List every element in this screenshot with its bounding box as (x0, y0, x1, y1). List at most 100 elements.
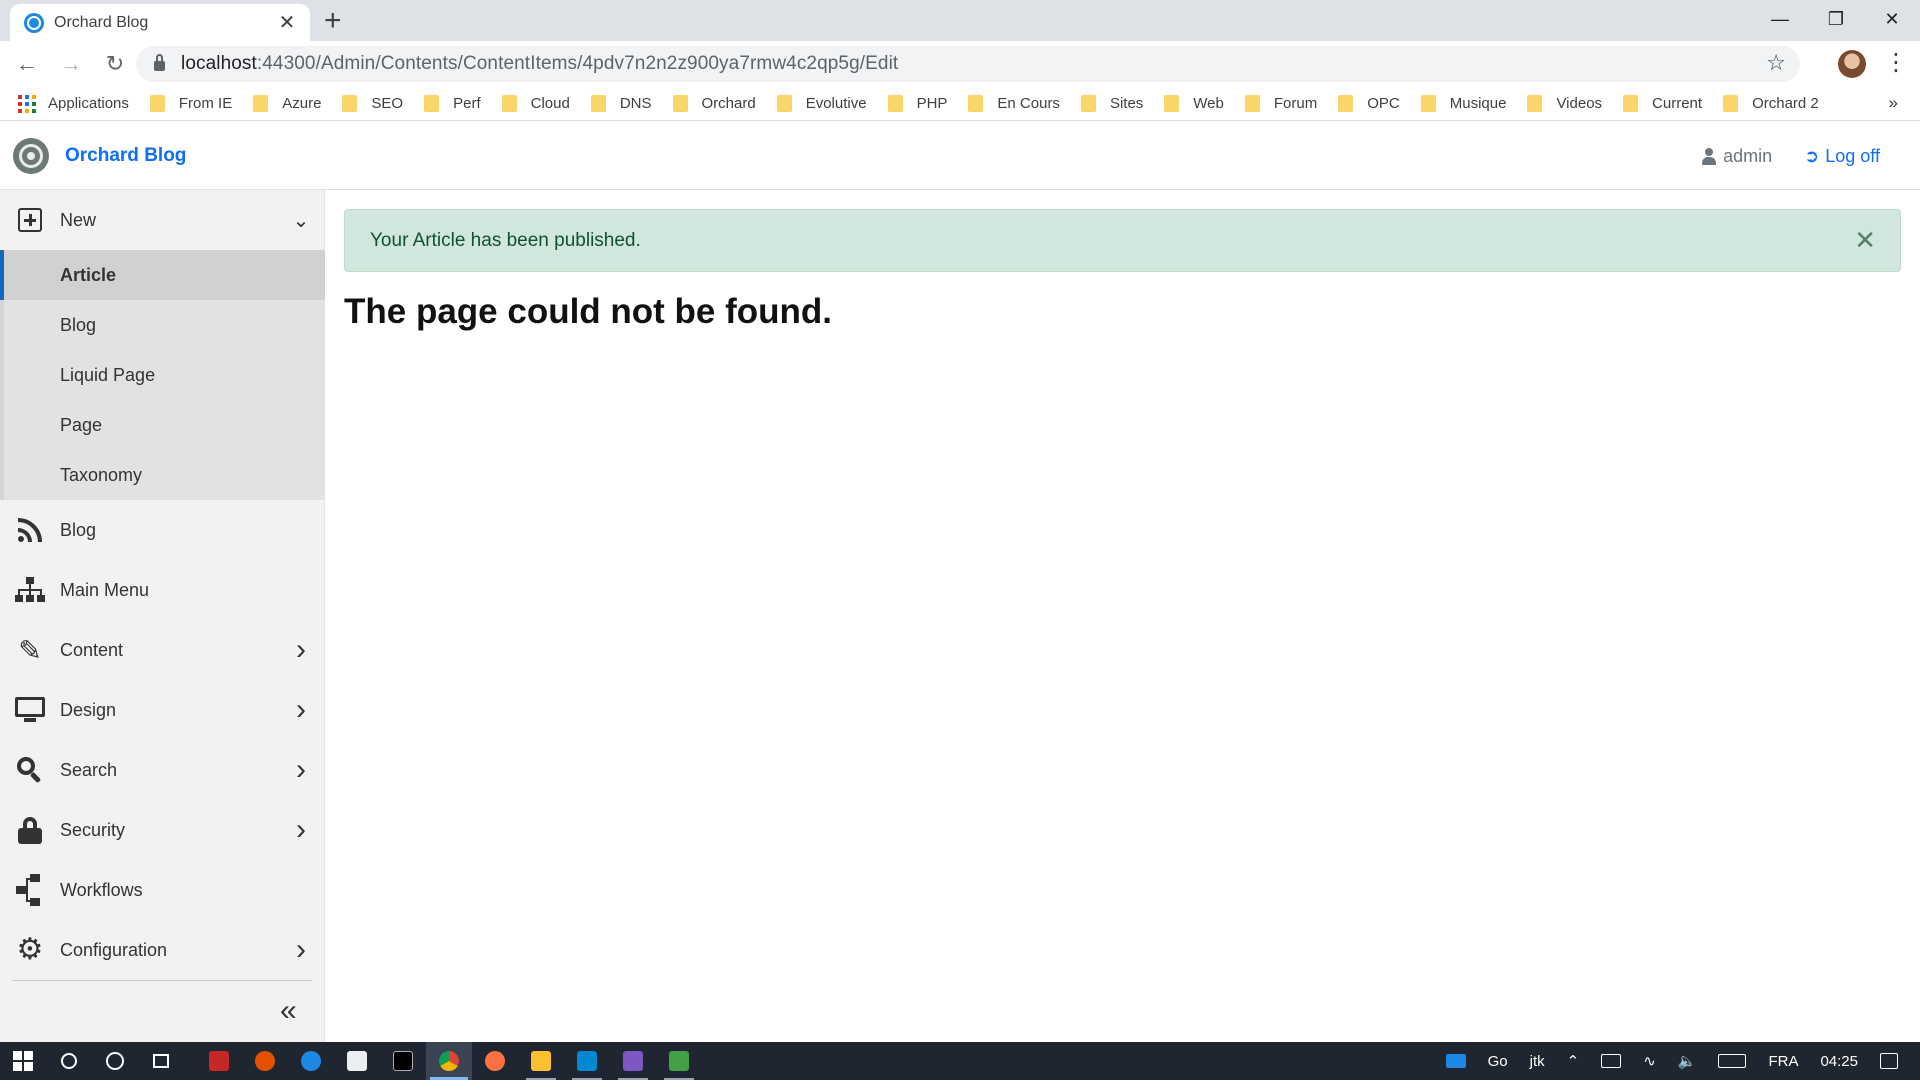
chevron-right-icon: › (296, 933, 306, 966)
chevron-right-icon: › (296, 753, 306, 786)
bookmark-folder[interactable]: OPC (1338, 95, 1400, 112)
taskbar-search-icon[interactable] (46, 1042, 92, 1080)
taskbar-edge-icon[interactable] (288, 1042, 334, 1080)
sidebar-item-new[interactable]: New ⌄ (0, 190, 325, 250)
bookmark-label: SEO (371, 95, 404, 112)
tray-go-toolbar[interactable]: Go (1488, 1053, 1508, 1070)
back-arrow-icon[interactable]: ← (10, 51, 44, 77)
taskbar-chrome-icon[interactable] (426, 1042, 472, 1080)
workflow-icon (0, 874, 60, 906)
folder-icon (501, 95, 517, 112)
taskbar-mail-icon[interactable] (564, 1042, 610, 1080)
bookmark-label: Cloud (530, 95, 570, 112)
forward-arrow-icon[interactable]: → (54, 51, 88, 77)
bookmark-folder[interactable]: Musique (1420, 95, 1507, 112)
bookmark-folder[interactable]: Videos (1527, 95, 1602, 112)
bookmark-label: Current (1652, 95, 1703, 112)
minimize-icon[interactable]: — (1752, 0, 1808, 38)
windows-start-icon[interactable] (0, 1042, 46, 1080)
new-item-liquid-page[interactable]: Liquid Page (0, 350, 325, 400)
sidebar-item-design[interactable]: Design › (0, 680, 325, 740)
log-off-link[interactable]: Log off (1825, 146, 1880, 167)
bookmarks-overflow-icon[interactable]: » (1889, 93, 1898, 113)
bookmark-folder[interactable]: Cloud (501, 95, 570, 112)
keyboard-icon[interactable] (1718, 1054, 1747, 1068)
clock[interactable]: 04:25 (1820, 1053, 1858, 1070)
bookmark-folder[interactable]: Orchard 2 (1723, 95, 1819, 112)
sidebar-item-label: Content (60, 639, 124, 660)
bookmark-folder[interactable]: En Cours (968, 95, 1060, 112)
taskbar-ubuntu-icon[interactable] (242, 1042, 288, 1080)
bookmark-folder[interactable]: SEO (342, 95, 403, 112)
bookmark-folder[interactable]: Forum (1244, 95, 1317, 112)
new-item-page[interactable]: Page (0, 400, 325, 450)
close-window-icon[interactable]: ✕ (1864, 0, 1920, 38)
lock-icon[interactable] (154, 54, 165, 71)
bookmark-folder[interactable]: From IE (149, 95, 232, 112)
battery-icon[interactable] (1601, 1054, 1622, 1068)
sidebar-item-workflows[interactable]: Workflows (0, 860, 325, 920)
bookmark-folder[interactable]: Sites (1080, 95, 1144, 112)
bookmark-folder[interactable]: Perf (424, 95, 481, 112)
window-controls: — ❐ ✕ (1752, 0, 1920, 38)
sidebar-item-blog[interactable]: Blog (0, 500, 325, 560)
sidebar-item-search[interactable]: Search › (0, 740, 325, 800)
url-text[interactable]: localhost:44300/Admin/Contents/ContentIt… (181, 53, 898, 75)
collapse-sidebar-icon[interactable]: « (280, 994, 297, 1028)
orchard-logo-icon[interactable] (13, 137, 49, 174)
sidebar-item-main-menu[interactable]: Main Menu (0, 560, 325, 620)
taskbar-store-icon[interactable] (334, 1042, 380, 1080)
bookmark-folder[interactable]: Evolutive (776, 95, 867, 112)
taskbar-firefox-icon[interactable] (472, 1042, 518, 1080)
taskbar-visual-studio-icon[interactable] (610, 1042, 656, 1080)
restore-icon[interactable]: ❐ (1808, 0, 1864, 38)
taskbar-explorer-icon[interactable] (518, 1042, 564, 1080)
wifi-icon[interactable]: ∿ (1643, 1052, 1656, 1070)
new-item-blog[interactable]: Blog (0, 300, 325, 350)
volume-icon[interactable]: 🔈 (1678, 1052, 1697, 1070)
new-tab-button[interactable]: + (324, 6, 342, 36)
chat-tray-icon[interactable] (1445, 1054, 1466, 1068)
bookmark-label: Musique (1449, 95, 1507, 112)
tray-jtk-toolbar[interactable]: jtk (1530, 1053, 1545, 1070)
bookmark-folder[interactable]: Current (1623, 95, 1702, 112)
bookmark-applications[interactable]: Applications (48, 95, 129, 112)
bookmark-star-icon[interactable]: ☆ (1766, 50, 1786, 76)
reload-icon[interactable]: ↻ (98, 51, 132, 77)
bookmark-folder[interactable]: Azure (253, 95, 321, 112)
folder-icon (1420, 95, 1436, 112)
folder-icon (776, 95, 792, 112)
success-alert: Your Article has been published. ✕ (344, 209, 1901, 272)
bookmark-folder[interactable]: Orchard (672, 95, 756, 112)
new-item-article[interactable]: Article (0, 250, 325, 300)
sidebar-item-content[interactable]: ✎ Content › (0, 620, 325, 680)
profile-avatar[interactable] (1838, 50, 1866, 78)
close-tab-icon[interactable]: ✕ (276, 10, 298, 35)
address-bar[interactable]: localhost:44300/Admin/Contents/ContentIt… (136, 46, 1800, 82)
user-menu[interactable]: admin (1723, 146, 1772, 167)
sign-out-icon: ➲ (1804, 145, 1820, 166)
apps-grid-icon[interactable] (18, 94, 36, 113)
bookmark-label: Sites (1109, 95, 1144, 112)
new-item-taxonomy[interactable]: Taxonomy (0, 450, 325, 500)
sidebar-item-security[interactable]: Security › (0, 800, 325, 860)
bookmark-folder[interactable]: Web (1164, 95, 1224, 112)
browser-tab[interactable]: Orchard Blog ✕ (10, 4, 310, 41)
bookmark-label: Azure (282, 95, 322, 112)
bookmark-folder[interactable]: DNS (590, 95, 652, 112)
brand-link[interactable]: Orchard Blog (65, 145, 186, 167)
folder-icon (887, 95, 903, 112)
task-view-icon[interactable] (138, 1042, 184, 1080)
taskbar-app-red-icon[interactable] (196, 1042, 242, 1080)
cortana-icon[interactable] (92, 1042, 138, 1080)
bookmark-folder[interactable]: PHP (887, 95, 947, 112)
sidebar-item-configuration[interactable]: ⚙ Configuration › (0, 920, 325, 980)
folder-icon (1623, 95, 1639, 112)
tray-chevron-up-icon[interactable]: ⌃ (1567, 1052, 1580, 1070)
browser-menu-icon[interactable]: ⋮ (1884, 49, 1908, 77)
taskbar-tool-icon[interactable] (656, 1042, 702, 1080)
input-language[interactable]: FRA (1768, 1053, 1798, 1070)
close-alert-icon[interactable]: ✕ (1854, 226, 1876, 254)
notifications-icon[interactable] (1880, 1053, 1898, 1069)
taskbar-terminal-icon[interactable] (380, 1042, 426, 1080)
